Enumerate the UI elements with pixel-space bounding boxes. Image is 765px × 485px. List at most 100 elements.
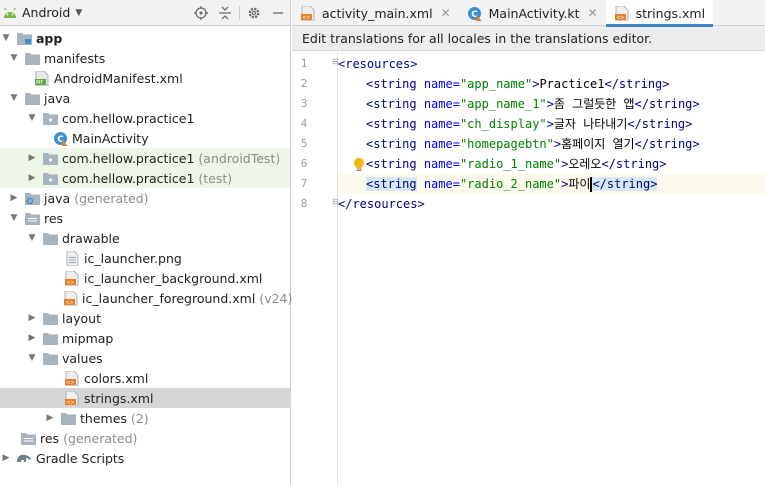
module-folder-icon [16, 30, 32, 46]
code-line[interactable]: <string name="app_name_1">좀 그럴듯한 앱</stri… [338, 94, 765, 114]
chevron-right-icon[interactable]: ▶ [26, 333, 38, 343]
tree-item-values[interactable]: ▼ values [0, 348, 290, 368]
translations-banner: Edit translations for all locales in the… [292, 26, 765, 51]
tree-item-layout[interactable]: ▶ layout [0, 308, 290, 328]
tree-item-java[interactable]: ▼ java [0, 88, 290, 108]
tree-item-drawable[interactable]: ▼ drawable [0, 228, 290, 248]
xml-file-icon: <> [614, 5, 630, 21]
tree-item-android-manifest[interactable]: MF AndroidManifest.xml [0, 68, 290, 88]
kotlin-class-icon: C [467, 5, 483, 21]
tree-item-ic-launcher-foreground[interactable]: <> ic_launcher_foreground.xml (v24) [0, 288, 292, 308]
string-open-tag: <string [366, 157, 417, 171]
collapse-all-icon[interactable] [213, 0, 237, 26]
code-editor[interactable]: 12345678 <resources> <string name="app_na… [292, 52, 765, 485]
name-attribute: name= [423, 97, 460, 111]
tree-item-themes[interactable]: ▶ themes (2) [0, 408, 290, 428]
locate-icon[interactable] [189, 0, 213, 26]
string-open-tag: <string [366, 77, 417, 91]
line-number: 4 [300, 117, 308, 130]
tree-item-package-android-test[interactable]: ▶ com.hellow.practice1 (androidTest) [0, 148, 290, 168]
chevron-down-icon[interactable]: ▼ [26, 113, 38, 123]
code-line[interactable]: <string name="radio_2_name">파이 </string> [338, 174, 765, 194]
tree-item-manifests[interactable]: ▼ manifests [0, 48, 290, 68]
tree-item-ic-launcher-background[interactable]: <> ic_launcher_background.xml [0, 268, 290, 288]
name-attribute: name= [423, 177, 460, 191]
tag-close-bracket: > [546, 97, 554, 111]
chevron-down-icon[interactable]: ▼ [26, 353, 38, 363]
xml-file-icon: <> [64, 290, 78, 306]
chevron-down-icon[interactable]: ▼ [26, 233, 38, 243]
chevron-right-icon[interactable]: ▶ [44, 413, 56, 423]
folder-icon [60, 410, 76, 426]
chevron-right-icon[interactable]: ▶ [26, 313, 38, 323]
string-text-value: 글자 나타내기 [553, 117, 628, 131]
close-icon[interactable]: ✕ [588, 6, 598, 20]
fold-marker-icon[interactable]: ⊟ [332, 198, 340, 206]
chevron-down-icon[interactable]: ▼ [8, 93, 20, 103]
code-line[interactable]: <string name="radio_1_name">오레오</string> [338, 154, 765, 174]
tree-item-gradle-scripts[interactable]: ▶ Gradle Scripts [0, 448, 290, 468]
code-line[interactable]: </resources> [338, 194, 765, 214]
close-icon[interactable]: ✕ [441, 6, 451, 20]
chevron-right-icon[interactable]: ▶ [8, 193, 20, 203]
svg-text:MF: MF [36, 80, 43, 86]
string-open-tag: <string [366, 117, 417, 131]
xml-file-icon: <> [64, 390, 80, 406]
tree-item-app[interactable]: ▼ app [0, 28, 290, 48]
chevron-down-icon[interactable]: ▼ [8, 213, 20, 223]
folder-icon [42, 230, 58, 246]
gear-icon[interactable] [242, 0, 266, 26]
string-open-tag: <string [366, 177, 417, 191]
code-line[interactable]: <resources> [338, 54, 765, 74]
string-name-value: homepagebtn [467, 137, 547, 151]
tree-item-main-activity[interactable]: C MainActivity [0, 128, 290, 148]
gradle-icon [16, 450, 32, 466]
svg-text:<>: <> [65, 300, 73, 306]
tree-item-res-generated[interactable]: res (generated) [0, 428, 290, 448]
project-panel: Android ▼ ▼ app ▼ manifests MF AndroidMa… [0, 0, 292, 485]
resources-tag: </resources> [338, 197, 425, 211]
tree-item-java-generated[interactable]: ▶ java (generated) [0, 188, 290, 208]
svg-text:<>: <> [66, 380, 74, 386]
package-icon [42, 110, 58, 126]
tree-item-strings-xml[interactable]: <> strings.xml [0, 388, 290, 408]
tree-item-mipmap[interactable]: ▶ mipmap [0, 328, 290, 348]
string-name-value: radio_1_name [467, 157, 554, 171]
xml-file-icon: <> [64, 370, 80, 386]
editor-area: <> activity_main.xml ✕ C MainActivity.kt… [292, 0, 765, 485]
code-line[interactable]: <string name="homepagebtn">홈페이지 열기</stri… [338, 134, 765, 154]
minimize-icon[interactable] [266, 0, 290, 26]
code-line[interactable]: <string name="ch_display">글자 나타내기</strin… [338, 114, 765, 134]
string-open-tag: <string [366, 137, 417, 151]
line-number: 2 [300, 77, 308, 90]
quote: " [546, 137, 554, 151]
chevron-right-icon[interactable]: ▶ [0, 453, 12, 463]
tab-label: activity_main.xml [322, 5, 433, 21]
svg-text:<>: <> [616, 15, 624, 21]
lightbulb-icon[interactable] [352, 157, 366, 173]
fold-marker-icon[interactable]: ⊟ [332, 58, 340, 66]
tree-item-package-main[interactable]: ▼ com.hellow.practice1 [0, 108, 290, 128]
tree-item-colors-xml[interactable]: <> colors.xml [0, 368, 290, 388]
code-line[interactable]: <string name="app_name">Practice1</strin… [338, 74, 765, 94]
tab-main-activity-kt[interactable]: C MainActivity.kt ✕ [459, 0, 606, 26]
name-attribute: name= [423, 157, 460, 171]
tab-strings-xml[interactable]: <> strings.xml [605, 0, 714, 27]
tree-item-ic-launcher-png[interactable]: ic_launcher.png [0, 248, 290, 268]
string-text-value: 파이 [568, 177, 591, 191]
quote: " [539, 117, 547, 131]
project-view-selector[interactable]: Android [22, 5, 70, 20]
chevron-right-icon[interactable]: ▶ [26, 173, 38, 183]
tab-activity-main-xml[interactable]: <> activity_main.xml ✕ [292, 0, 459, 26]
chevron-down-icon[interactable]: ▼ [0, 33, 12, 43]
tree-item-package-test[interactable]: ▶ com.hellow.practice1 (test) [0, 168, 290, 188]
string-close-tag: </string> [592, 177, 658, 191]
chevron-down-icon[interactable]: ▼ [8, 53, 20, 63]
tree-item-res[interactable]: ▼ res [0, 208, 290, 228]
chevron-right-icon[interactable]: ▶ [26, 153, 38, 163]
string-text-value: 좀 그럴듯한 앱 [553, 97, 635, 111]
line-number: 3 [300, 97, 308, 110]
chevron-down-icon[interactable]: ▼ [75, 8, 82, 18]
name-attribute: name= [423, 137, 460, 151]
package-icon [42, 170, 58, 186]
